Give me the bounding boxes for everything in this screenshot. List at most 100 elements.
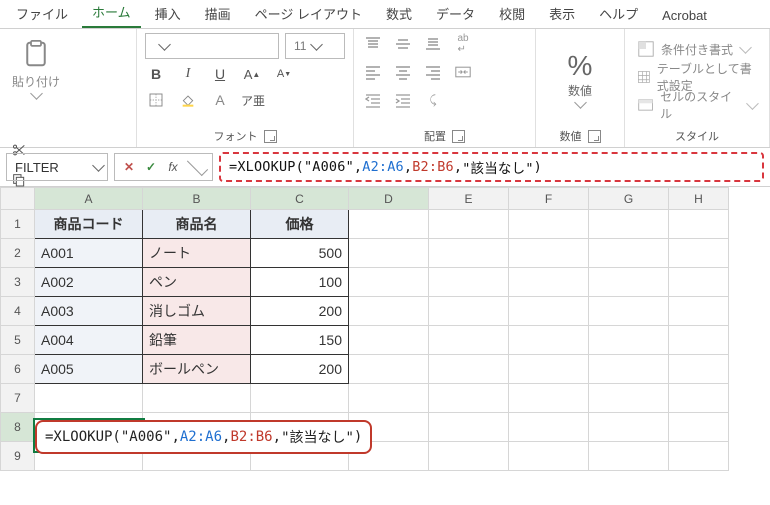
cell-F9[interactable] xyxy=(509,442,589,471)
cell-C6[interactable]: 200 xyxy=(251,355,349,384)
cancel-edit-button[interactable]: ✕ xyxy=(119,160,139,174)
col-header-A[interactable]: A xyxy=(35,188,143,210)
bold-button[interactable]: B xyxy=(145,63,167,85)
align-middle-button[interactable] xyxy=(392,33,414,55)
cell-H4[interactable] xyxy=(669,297,729,326)
cell-D3[interactable] xyxy=(349,268,429,297)
cell-G8[interactable] xyxy=(589,413,669,442)
fill-color-button[interactable] xyxy=(177,89,199,111)
cell-H6[interactable] xyxy=(669,355,729,384)
cell-D4[interactable] xyxy=(349,297,429,326)
indent-dec-button[interactable] xyxy=(362,89,384,111)
cell-G5[interactable] xyxy=(589,326,669,355)
cell-E1[interactable] xyxy=(429,210,509,239)
cell-A7[interactable] xyxy=(35,384,143,413)
cell-E9[interactable] xyxy=(429,442,509,471)
tab-home[interactable]: ホーム xyxy=(82,0,141,28)
cell-F2[interactable] xyxy=(509,239,589,268)
cell-A1[interactable]: 商品コード xyxy=(35,210,143,239)
cell-E8[interactable] xyxy=(429,413,509,442)
cell-H2[interactable] xyxy=(669,239,729,268)
cell-C2[interactable]: 500 xyxy=(251,239,349,268)
tab-draw[interactable]: 描画 xyxy=(195,0,241,28)
align-launcher[interactable] xyxy=(452,130,465,143)
cell-H8[interactable] xyxy=(669,413,729,442)
cell-formula-overlay[interactable]: =XLOOKUP("A006", A2:A6, B2:B6, "該当なし") xyxy=(35,420,372,454)
row-header-9[interactable]: 9 xyxy=(1,442,35,471)
align-bottom-button[interactable] xyxy=(422,33,444,55)
cell-D7[interactable] xyxy=(349,384,429,413)
borders-button[interactable] xyxy=(145,89,167,111)
tab-formulas[interactable]: 数式 xyxy=(376,0,422,28)
cell-B1[interactable]: 商品名 xyxy=(143,210,251,239)
cell-E6[interactable] xyxy=(429,355,509,384)
col-header-E[interactable]: E xyxy=(429,188,509,210)
cell-B5[interactable]: 鉛筆 xyxy=(143,326,251,355)
align-center-button[interactable] xyxy=(392,61,414,83)
row-header-2[interactable]: 2 xyxy=(1,239,35,268)
cell-D6[interactable] xyxy=(349,355,429,384)
cell-G7[interactable] xyxy=(589,384,669,413)
orientation-button[interactable]: ⤹ xyxy=(422,89,444,111)
row-header-4[interactable]: 4 xyxy=(1,297,35,326)
conditional-format-button[interactable]: 条件付き書式 xyxy=(633,37,761,61)
cell-F1[interactable] xyxy=(509,210,589,239)
chevron-down-icon[interactable] xyxy=(92,159,105,172)
cell-E5[interactable] xyxy=(429,326,509,355)
font-color-button[interactable]: A xyxy=(209,89,231,111)
cell-A4[interactable]: A003 xyxy=(35,297,143,326)
tab-insert[interactable]: 挿入 xyxy=(145,0,191,28)
cell-H1[interactable] xyxy=(669,210,729,239)
number-format-button[interactable]: % 数値 xyxy=(564,50,597,109)
cell-G3[interactable] xyxy=(589,268,669,297)
cell-E7[interactable] xyxy=(429,384,509,413)
tab-view[interactable]: 表示 xyxy=(539,0,585,28)
cell-D5[interactable] xyxy=(349,326,429,355)
align-top-button[interactable] xyxy=(362,33,384,55)
italic-button[interactable]: I xyxy=(177,63,199,85)
cell-C7[interactable] xyxy=(251,384,349,413)
col-header-G[interactable]: G xyxy=(589,188,669,210)
chevron-down-icon[interactable] xyxy=(187,155,208,176)
cell-D2[interactable] xyxy=(349,239,429,268)
tab-review[interactable]: 校閲 xyxy=(489,0,535,28)
cell-H9[interactable] xyxy=(669,442,729,471)
cell-B3[interactable]: ペン xyxy=(143,268,251,297)
phonetic-button[interactable]: ア亜 xyxy=(241,89,265,111)
cell-A6[interactable]: A005 xyxy=(35,355,143,384)
row-header-7[interactable]: 7 xyxy=(1,384,35,413)
cell-E3[interactable] xyxy=(429,268,509,297)
cell-C4[interactable]: 200 xyxy=(251,297,349,326)
cell-A2[interactable]: A001 xyxy=(35,239,143,268)
indent-inc-button[interactable] xyxy=(392,89,414,111)
merge-button[interactable] xyxy=(452,61,474,83)
row-header-8[interactable]: 8 xyxy=(1,413,35,442)
tab-file[interactable]: ファイル xyxy=(6,0,78,28)
cell-A3[interactable]: A002 xyxy=(35,268,143,297)
cell-C1[interactable]: 価格 xyxy=(251,210,349,239)
cell-F4[interactable] xyxy=(509,297,589,326)
cell-D1[interactable] xyxy=(349,210,429,239)
row-header-1[interactable]: 1 xyxy=(1,210,35,239)
cell-A5[interactable]: A004 xyxy=(35,326,143,355)
wrap-text-button[interactable]: ab↵ xyxy=(452,33,474,55)
name-box[interactable]: FILTER xyxy=(6,153,108,181)
cell-F6[interactable] xyxy=(509,355,589,384)
font-grow-button[interactable]: A▲ xyxy=(241,63,263,85)
col-header-F[interactable]: F xyxy=(509,188,589,210)
font-size-select[interactable]: 11 xyxy=(285,33,345,59)
tab-page-layout[interactable]: ページ レイアウト xyxy=(245,0,372,28)
row-header-3[interactable]: 3 xyxy=(1,268,35,297)
underline-button[interactable]: U xyxy=(209,63,231,85)
align-left-button[interactable] xyxy=(362,61,384,83)
cell-B2[interactable]: ノート xyxy=(143,239,251,268)
cell-E2[interactable] xyxy=(429,239,509,268)
cell-G2[interactable] xyxy=(589,239,669,268)
row-header-5[interactable]: 5 xyxy=(1,326,35,355)
cell-H5[interactable] xyxy=(669,326,729,355)
cell-G6[interactable] xyxy=(589,355,669,384)
col-header-C[interactable]: C xyxy=(251,188,349,210)
cell-F5[interactable] xyxy=(509,326,589,355)
confirm-edit-button[interactable]: ✓ xyxy=(141,160,161,174)
tab-help[interactable]: ヘルプ xyxy=(589,0,648,28)
